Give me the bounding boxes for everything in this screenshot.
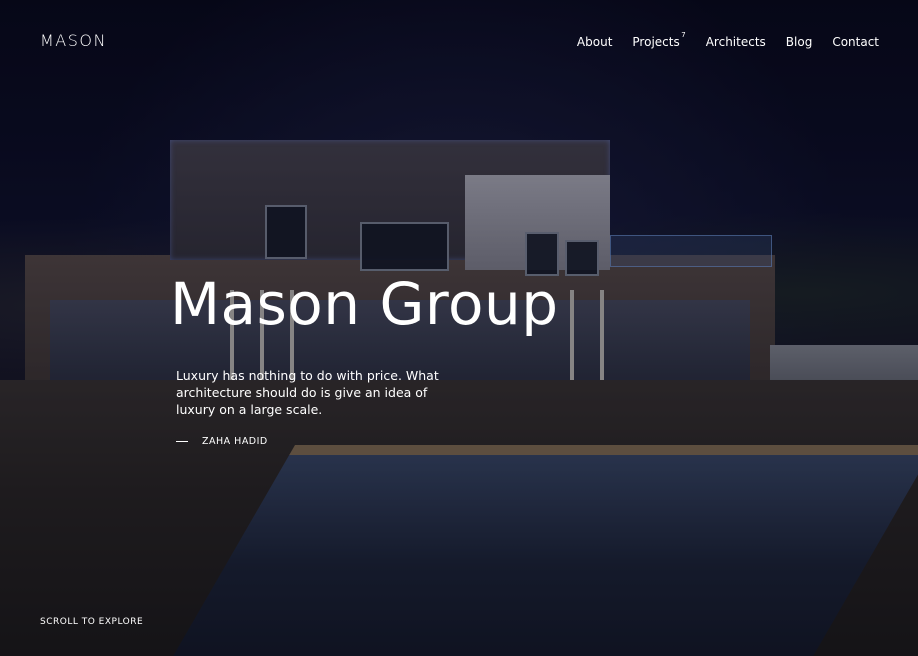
projects-count-badge: 7 [681,31,686,39]
brand-logo[interactable]: MASON [40,31,107,50]
nav-projects[interactable]: Projects 7 [632,31,685,49]
hero-title: Mason Group [170,270,559,338]
nav-about[interactable]: About [577,35,612,49]
nav-contact[interactable]: Contact [832,35,879,49]
main-nav: About Projects 7 Architects Blog Contact [577,31,879,49]
author-dash [176,441,188,442]
nav-architects[interactable]: Architects [706,35,766,49]
nav-blog[interactable]: Blog [786,35,813,49]
top-navbar: MASON About Projects 7 Architects Blog Co… [0,0,918,80]
scroll-to-explore[interactable]: SCROLL TO EXPLORE [40,617,143,627]
quote-author: ZAHA HADID [176,436,268,447]
author-name: ZAHA HADID [202,436,268,447]
nav-projects-label: Projects [632,35,680,49]
hero-quote: Luxury has nothing to do with price. Wha… [176,368,439,417]
